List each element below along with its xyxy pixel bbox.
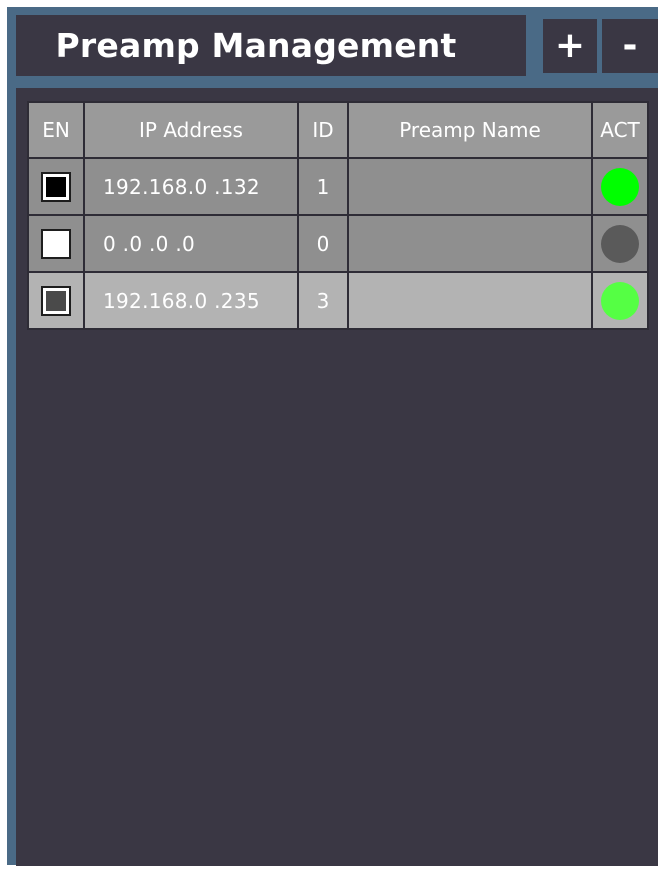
enable-cell [27, 157, 85, 216]
id-cell[interactable]: 0 [297, 214, 349, 273]
enable-cell [27, 271, 85, 330]
enable-checkbox[interactable] [41, 228, 71, 259]
table-row[interactable]: 192.168.0 .235 3 [27, 271, 649, 330]
act-cell [591, 157, 649, 216]
preamp-name-cell[interactable] [347, 157, 593, 216]
add-preamp-button[interactable]: + [543, 19, 597, 73]
remove-preamp-button[interactable]: - [602, 19, 658, 73]
column-header-preamp-name: Preamp Name [347, 101, 593, 159]
column-header-en: EN [27, 101, 85, 159]
preamp-table-panel: EN IP Address ID Preamp Name ACT 192.168… [16, 88, 658, 866]
status-indicator [601, 281, 639, 320]
ip-address-cell[interactable]: 0 .0 .0 .0 [83, 214, 299, 273]
table-row[interactable]: 0 .0 .0 .0 0 [27, 214, 649, 273]
enable-checkbox[interactable] [41, 171, 71, 202]
preamp-name-cell[interactable] [347, 271, 593, 330]
status-indicator [601, 224, 639, 263]
id-cell[interactable]: 3 [297, 271, 349, 330]
act-cell [591, 214, 649, 273]
page-title: Preamp Management [16, 15, 526, 76]
preamp-table: EN IP Address ID Preamp Name ACT 192.168… [27, 101, 649, 330]
column-header-id: ID [297, 101, 349, 159]
column-header-ip-address: IP Address [83, 101, 299, 159]
table-row[interactable]: 192.168.0 .132 1 [27, 157, 649, 216]
ip-address-cell[interactable]: 192.168.0 .132 [83, 157, 299, 216]
table-header-row: EN IP Address ID Preamp Name ACT [27, 101, 649, 159]
enable-cell [27, 214, 85, 273]
id-cell[interactable]: 1 [297, 157, 349, 216]
preamp-name-cell[interactable] [347, 214, 593, 273]
ip-address-cell[interactable]: 192.168.0 .235 [83, 271, 299, 330]
status-indicator [601, 167, 639, 206]
column-header-act: ACT [591, 101, 649, 159]
act-cell [591, 271, 649, 330]
enable-checkbox[interactable] [41, 285, 71, 316]
